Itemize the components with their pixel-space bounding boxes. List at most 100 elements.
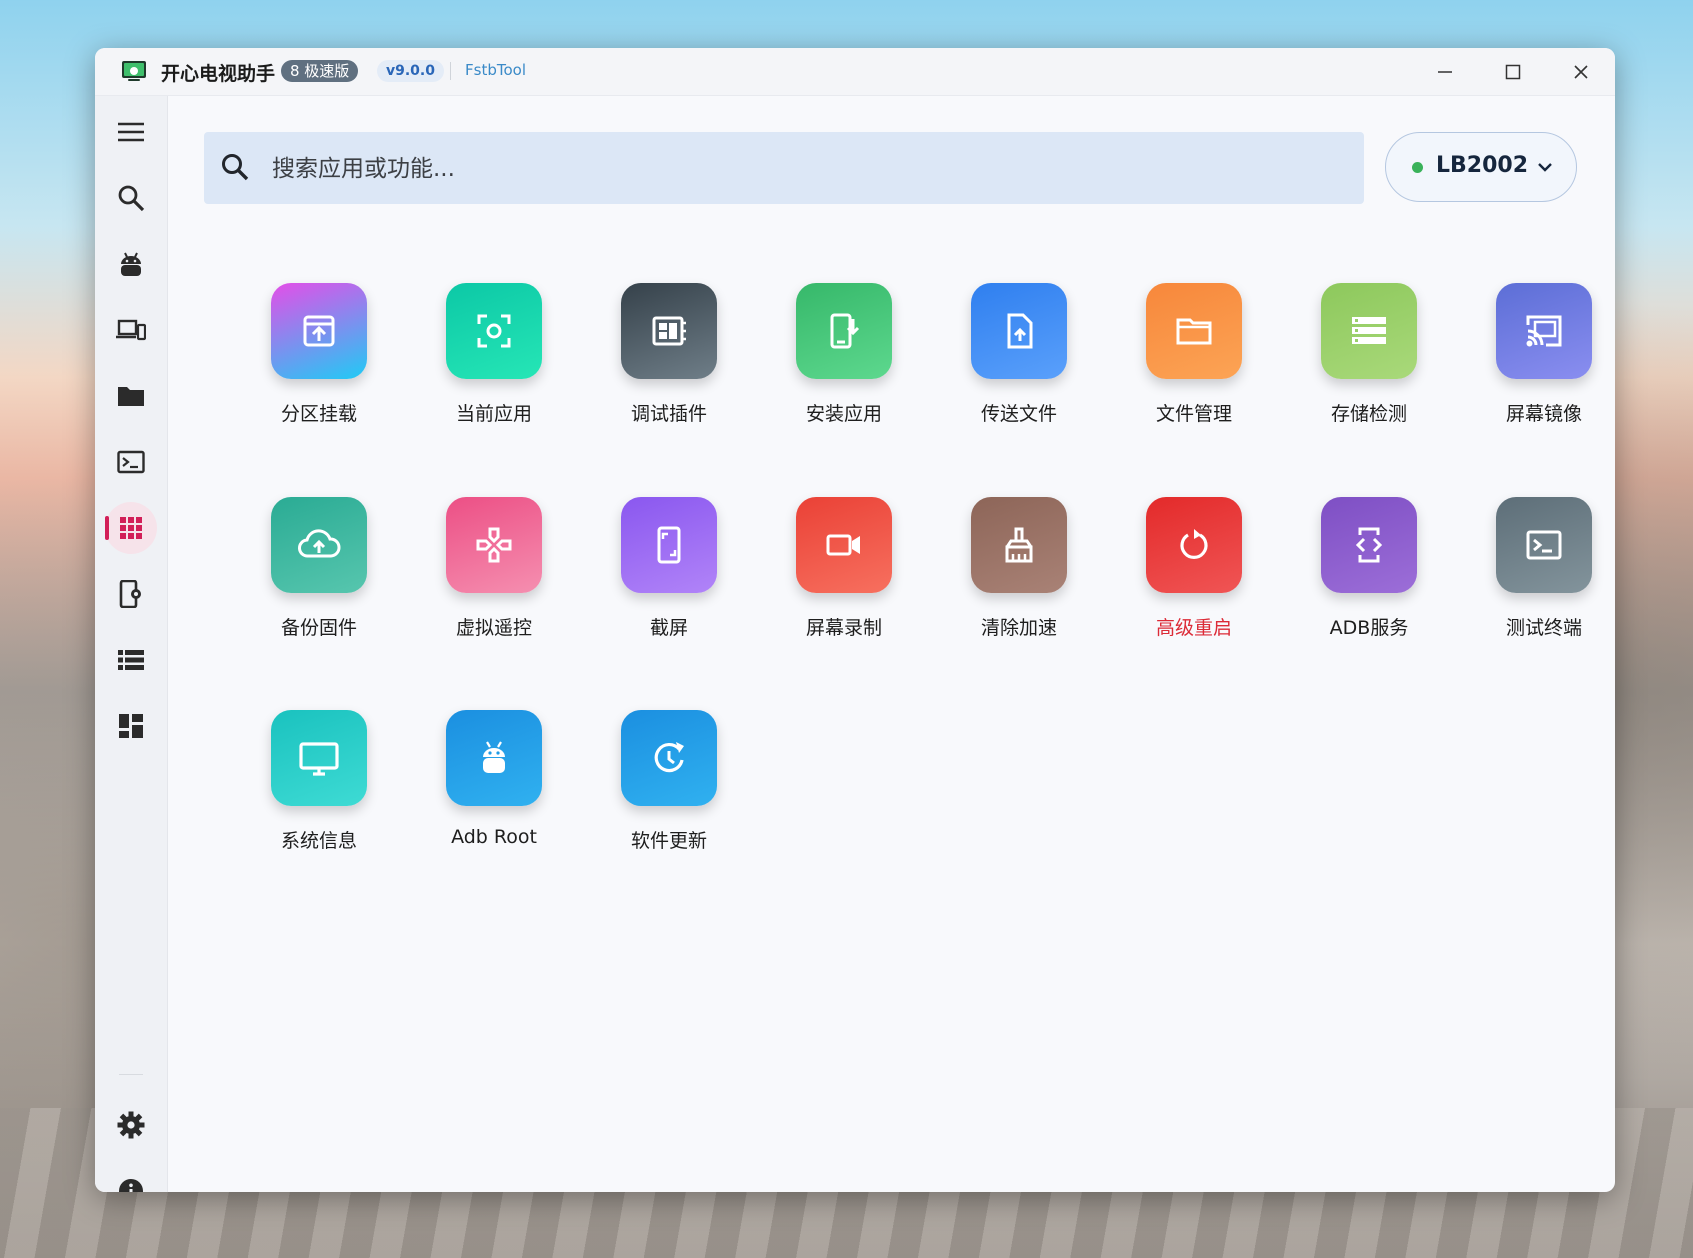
tile-screen-cast[interactable]: 屏幕镜像 (1456, 283, 1615, 453)
tile-label: 虚拟遥控 (455, 617, 532, 639)
backup-cloud-icon (271, 497, 367, 593)
screen-record-icon (796, 497, 892, 593)
partition-mount-icon (271, 283, 367, 379)
current-app-icon (446, 283, 542, 379)
sidebar-item-menu[interactable] (105, 106, 157, 158)
tile-clean-boost[interactable]: 清除加速 (931, 497, 1107, 667)
debug-plugin-icon (621, 283, 717, 379)
tile-label: 传送文件 (980, 403, 1057, 425)
tile-adb-service[interactable]: ADB服务 (1281, 497, 1457, 667)
terminal-icon (117, 450, 145, 474)
adb-service-icon (1321, 497, 1417, 593)
list-icon (118, 650, 144, 670)
tile-label: Adb Root (451, 826, 537, 848)
speed-edition-badge: 8 极速版 (281, 60, 359, 82)
tile-current-app[interactable]: 当前应用 (406, 283, 582, 453)
sidebar-item-android[interactable] (105, 238, 157, 290)
software-update-icon (621, 710, 717, 806)
tile-send-file[interactable]: 传送文件 (931, 283, 1107, 453)
tile-debug-plugin[interactable]: 调试插件 (581, 283, 757, 453)
android-icon (121, 252, 141, 276)
tile-system-info[interactable]: 系统信息 (231, 710, 407, 880)
file-manager-icon (1146, 283, 1242, 379)
sidebar-item-terminal[interactable] (105, 436, 157, 488)
tile-label: 分区挂载 (280, 403, 357, 425)
tv-logo-icon (122, 61, 146, 81)
sidebar-separator (119, 1074, 143, 1075)
sidebar-item-folder[interactable] (105, 370, 157, 422)
maximize-button[interactable] (1479, 48, 1547, 95)
close-button[interactable] (1547, 48, 1615, 95)
sidebar-item-devices[interactable] (105, 304, 157, 356)
adb-root-icon (446, 710, 542, 806)
app-title: 开心电视助手 (161, 63, 276, 85)
device-selector[interactable]: LB2002 (1385, 132, 1577, 202)
dashboard-icon (119, 714, 143, 738)
tile-storage-check[interactable]: 存储检测 (1281, 283, 1457, 453)
fstbtool-link[interactable]: FstbTool (465, 61, 526, 79)
app-window: 开心电视助手 8 极速版 v9.0.0 FstbTool 搜索应用或功能... … (95, 48, 1615, 1192)
tile-label: 软件更新 (630, 830, 707, 852)
tile-label: 安装应用 (805, 403, 882, 425)
sidebar-item-apps[interactable] (105, 502, 157, 554)
tile-file-manager[interactable]: 文件管理 (1106, 283, 1282, 453)
tile-screen-record[interactable]: 屏幕录制 (756, 497, 932, 667)
sidebar-item-list[interactable] (105, 634, 157, 686)
remote-control-icon (446, 497, 542, 593)
menu-icon (118, 122, 144, 142)
search-input[interactable] (270, 132, 1334, 206)
search-icon (118, 185, 145, 212)
tile-advanced-reboot[interactable]: 高级重启 (1106, 497, 1282, 667)
sidebar-item-dashboard[interactable] (105, 700, 157, 752)
tile-backup-firmware[interactable]: 备份固件 (231, 497, 407, 667)
tile-label: 调试插件 (630, 403, 707, 425)
title-divider (450, 62, 451, 80)
send-file-icon (971, 283, 1067, 379)
minimize-button[interactable] (1411, 48, 1479, 95)
tile-label: 屏幕镜像 (1505, 403, 1582, 425)
tile-label: 屏幕录制 (805, 617, 882, 639)
tile-virtual-remote[interactable]: 虚拟遥控 (406, 497, 582, 667)
tile-label: ADB服务 (1329, 617, 1409, 639)
tile-label: 备份固件 (280, 617, 357, 639)
tile-adb-root[interactable]: Adb Root (406, 710, 582, 880)
sidebar-item-app-settings[interactable] (105, 568, 157, 620)
storage-check-icon (1321, 283, 1417, 379)
device-name: LB2002 (1436, 153, 1529, 178)
apps-grid-icon (120, 517, 142, 539)
tile-test-terminal[interactable]: 测试终端 (1456, 497, 1615, 667)
tile-partition-mount[interactable]: 分区挂载 (231, 283, 407, 453)
device-status-dot (1412, 162, 1423, 173)
cleaner-broom-icon (971, 497, 1067, 593)
terminal-test-icon (1496, 497, 1592, 593)
sidebar-item-about[interactable] (105, 1165, 157, 1192)
gear-icon (117, 1111, 145, 1139)
tile-install-app[interactable]: 安装应用 (756, 283, 932, 453)
tile-label: 高级重启 (1155, 617, 1232, 639)
devices-icon (116, 319, 146, 341)
version-badge: v9.0.0 (377, 60, 444, 82)
tile-label: 文件管理 (1155, 403, 1232, 425)
tile-label: 截屏 (649, 617, 688, 639)
sidebar-item-search[interactable] (105, 172, 157, 224)
minimize-icon (1438, 70, 1452, 73)
search-bar[interactable] (204, 132, 1364, 206)
maximize-icon (1505, 64, 1521, 79)
info-icon (119, 1179, 143, 1192)
title-bar[interactable]: 开心电视助手 8 极速版 v9.0.0 FstbTool (95, 48, 1615, 96)
screen-cast-icon (1496, 283, 1592, 379)
tile-screenshot[interactable]: 截屏 (581, 497, 757, 667)
sidebar-item-settings[interactable] (105, 1099, 157, 1151)
reboot-icon (1146, 497, 1242, 593)
install-app-icon (796, 283, 892, 379)
tile-label: 测试终端 (1505, 617, 1582, 639)
search-icon (222, 154, 249, 181)
tile-label: 系统信息 (280, 830, 357, 852)
chevron-down-icon (1538, 163, 1552, 172)
tile-label: 清除加速 (980, 617, 1057, 639)
screenshot-icon (621, 497, 717, 593)
active-indicator (105, 516, 109, 540)
sidebar (95, 96, 168, 1192)
tile-software-update[interactable]: 软件更新 (581, 710, 757, 880)
folder-icon (118, 387, 144, 406)
